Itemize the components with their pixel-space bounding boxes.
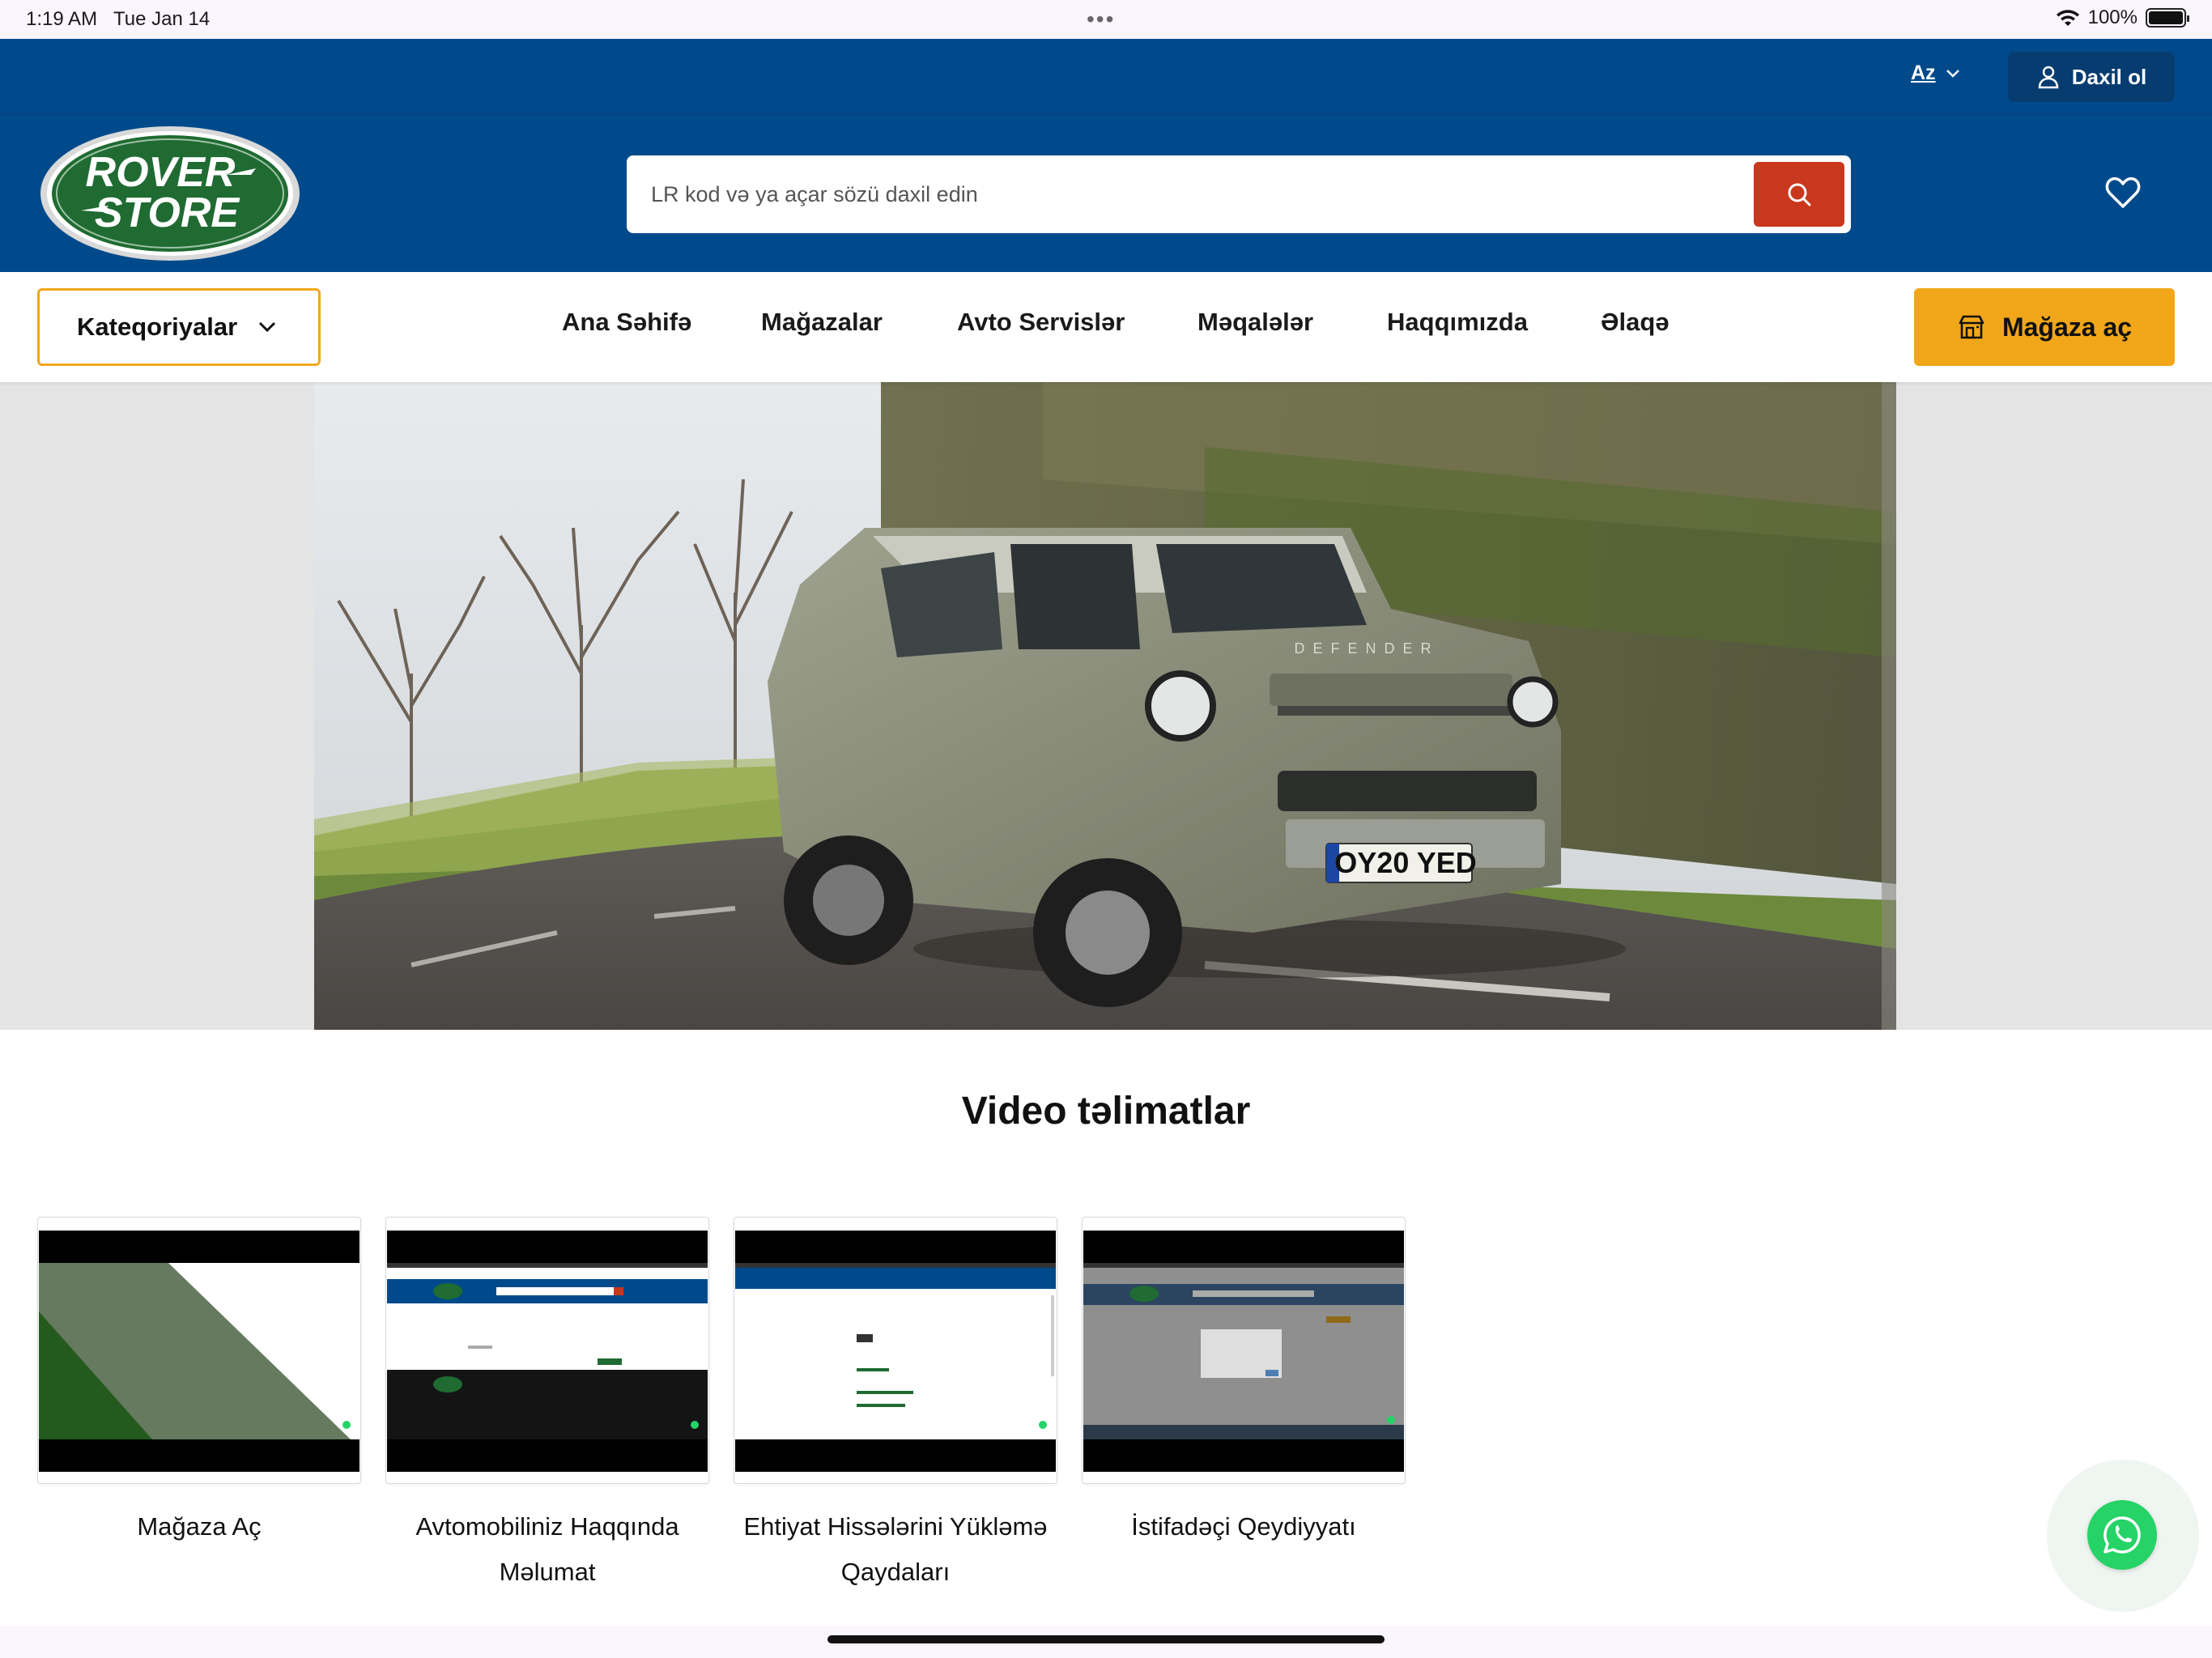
multitask-dots-icon[interactable]: ••• xyxy=(1087,6,1115,32)
video-card-open-store[interactable] xyxy=(37,1217,361,1484)
video-section-title: Video təlimatlar xyxy=(961,1090,1251,1133)
video-card-car-info[interactable] xyxy=(385,1217,709,1484)
language-code: Az xyxy=(1911,62,1936,84)
nav-item-home[interactable]: Ana Səhifə xyxy=(562,308,761,337)
nav-item-about[interactable]: Haqqımızda xyxy=(1387,308,1601,337)
video-card-label[interactable]: İstifadəçi Qeydiyyatı xyxy=(1082,1504,1406,1550)
main-navigation: Kateqoriyalar Ana Səhifə Mağazalar Avto … xyxy=(0,272,2212,382)
video-thumbnail[interactable] xyxy=(39,1231,359,1472)
video-thumbnail[interactable] xyxy=(1083,1231,1404,1472)
chevron-down-icon xyxy=(259,321,276,333)
store-icon xyxy=(1959,315,1984,339)
status-time: 1:19 AM xyxy=(26,8,98,30)
home-indicator[interactable] xyxy=(827,1635,1385,1643)
video-thumbnail[interactable] xyxy=(387,1231,708,1472)
open-store-label: Mağaza aç xyxy=(2001,312,2133,342)
status-date: Tue Jan 14 xyxy=(113,8,211,30)
license-plate-text: OY20 YED xyxy=(1334,846,1476,879)
status-right: 100% xyxy=(2056,6,2189,29)
video-card-label[interactable]: Avtomobiliniz Haqqında Məlumat xyxy=(385,1504,709,1595)
categories-label: Kateqoriyalar xyxy=(77,312,238,341)
open-store-button[interactable]: Mağaza aç xyxy=(1914,288,2175,366)
wifi-icon xyxy=(2056,10,2079,26)
video-card-upload-rules[interactable] xyxy=(734,1217,1057,1484)
car-badge-text: DEFENDER xyxy=(1294,640,1439,657)
video-thumbnail[interactable] xyxy=(735,1231,1056,1472)
nav-item-auto-services[interactable]: Avto Servislər xyxy=(957,308,1197,337)
whatsapp-icon xyxy=(2104,1516,2141,1554)
video-card-label[interactable]: Ehtiyat Hissələrini Yükləmə Qaydaları xyxy=(734,1504,1057,1595)
header: ROVER STORE xyxy=(0,115,2212,272)
chevron-down-icon xyxy=(1946,69,1959,78)
nav-item-contact[interactable]: Əlaqə xyxy=(1601,308,1698,337)
top-bar: Az Daxil ol xyxy=(0,39,2212,115)
nav-item-articles[interactable]: Məqalələr xyxy=(1197,308,1387,337)
video-card-user-registration[interactable] xyxy=(1082,1217,1406,1484)
video-card-label[interactable]: Mağaza Aç xyxy=(37,1504,361,1550)
rover-store-logo[interactable]: ROVER STORE xyxy=(39,125,301,262)
categories-dropdown[interactable]: Kateqoriyalar xyxy=(37,288,321,366)
hero-banner-image[interactable]: OY20 YED DEFENDER xyxy=(314,382,1896,1030)
status-bar: 1:19 AM Tue Jan 14 ••• 100% xyxy=(0,0,2212,39)
login-button[interactable]: Daxil ol xyxy=(2008,52,2175,102)
logo-text-store: STORE xyxy=(95,189,240,236)
search-icon xyxy=(1788,183,1811,206)
battery-percent: 100% xyxy=(2087,6,2138,28)
whatsapp-button[interactable] xyxy=(2087,1500,2157,1570)
search-bar xyxy=(627,155,1851,233)
hero-section: OY20 YED DEFENDER xyxy=(0,382,2212,1030)
search-button[interactable] xyxy=(1754,162,1844,227)
nav-menu: Ana Səhifə Mağazalar Avto Servislər Məqa… xyxy=(562,308,1698,337)
wishlist-heart-icon[interactable] xyxy=(2104,173,2142,212)
battery-icon xyxy=(2146,8,2189,28)
login-label: Daxil ol xyxy=(2071,64,2147,89)
nav-item-stores[interactable]: Mağazalar xyxy=(761,308,957,337)
user-icon xyxy=(2038,66,2059,89)
language-selector[interactable]: Az xyxy=(1911,62,1960,85)
search-input[interactable] xyxy=(651,172,1704,217)
